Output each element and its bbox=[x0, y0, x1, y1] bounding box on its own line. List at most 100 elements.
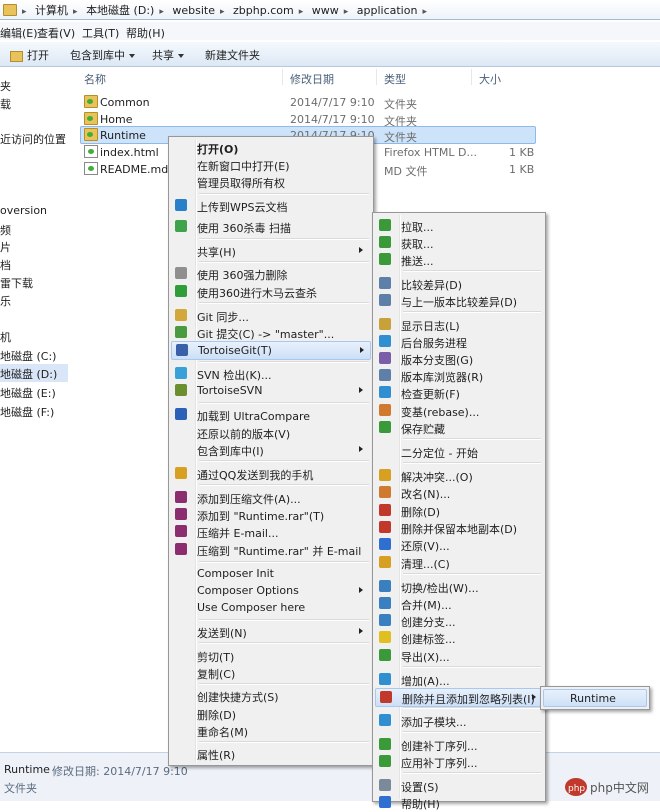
menu-item-send-qq[interactable]: 通过QQ发送到我的手机 bbox=[171, 465, 369, 482]
menu-item-share[interactable]: 共享(H) bbox=[171, 242, 369, 259]
nav-item[interactable]: 频 bbox=[0, 222, 11, 238]
menu-item-git-sync[interactable]: Git 同步... bbox=[171, 307, 369, 324]
column-divider[interactable] bbox=[282, 69, 283, 85]
menu-item-push[interactable]: 推送... bbox=[375, 251, 541, 268]
menu-item-rename[interactable]: 重命名(M) bbox=[171, 722, 369, 739]
menu-item-create-branch[interactable]: 创建分支... bbox=[375, 612, 541, 629]
nav-item-drive-c[interactable]: 地磁盘 (C:) bbox=[0, 348, 56, 364]
menu-tools[interactable]: 工具(T) bbox=[82, 25, 119, 41]
menu-item-cut[interactable]: 剪切(T) bbox=[171, 647, 369, 664]
menu-help[interactable]: 帮助(H) bbox=[126, 25, 165, 41]
menu-item-composer-options[interactable]: Composer Options bbox=[171, 582, 369, 599]
menu-item-delete-add-ignore[interactable]: 删除并且添加到忽略列表(I) bbox=[375, 688, 543, 707]
menu-item-revert[interactable]: 还原(V)... bbox=[375, 536, 541, 553]
nav-item[interactable]: 机 bbox=[0, 329, 11, 345]
menu-item-svn-checkout[interactable]: SVN 检出(K)... bbox=[171, 365, 369, 382]
menu-item-tortoisegit[interactable]: TortoiseGit(T) bbox=[171, 341, 371, 360]
menu-view[interactable]: 查看(V) bbox=[37, 25, 75, 41]
chevron-right-icon[interactable]: ▸ bbox=[20, 7, 29, 17]
menu-item-360-trojan[interactable]: 使用360进行木马云查杀 bbox=[171, 283, 369, 300]
nav-item[interactable]: 雷下载 bbox=[0, 275, 33, 291]
menu-item-take-ownership[interactable]: 管理员取得所有权 bbox=[171, 173, 369, 190]
column-name[interactable]: 名称 bbox=[84, 71, 106, 87]
menu-item-cleanup[interactable]: 清理...(C) bbox=[375, 554, 541, 571]
menu-item-diff[interactable]: 比较差异(D) bbox=[375, 275, 541, 292]
menu-item-switch-checkout[interactable]: 切换/检出(W)... bbox=[375, 578, 541, 595]
menu-item-revision-graph[interactable]: 版本分支图(G) bbox=[375, 350, 541, 367]
breadcrumb-item[interactable]: www bbox=[309, 4, 342, 17]
menu-item-create-shortcut[interactable]: 创建快捷方式(S) bbox=[171, 687, 369, 704]
menu-item-stash-save[interactable]: 保存贮藏 bbox=[375, 419, 541, 436]
column-type[interactable]: 类型 bbox=[384, 71, 406, 87]
menu-item-merge[interactable]: 合并(M)... bbox=[375, 595, 541, 612]
menu-item-settings[interactable]: 设置(S) bbox=[375, 777, 541, 794]
menu-item-composer-init[interactable]: Composer Init bbox=[171, 565, 369, 582]
menu-item-use-composer[interactable]: Use Composer here bbox=[171, 599, 369, 616]
breadcrumb-item[interactable]: website bbox=[169, 4, 218, 17]
menu-item-360-scan[interactable]: 使用 360杀毒 扫描 bbox=[171, 218, 369, 235]
menu-item-add-archive[interactable]: 添加到压缩文件(A)... bbox=[171, 489, 369, 506]
nav-item[interactable]: 载 bbox=[0, 96, 11, 112]
menu-item-repo-browser[interactable]: 版本库浏览器(R) bbox=[375, 367, 541, 384]
column-date[interactable]: 修改日期 bbox=[290, 71, 334, 87]
menu-item-tortoisesvn[interactable]: TortoiseSVN bbox=[171, 382, 369, 399]
menu-item-bisect-start[interactable]: 二分定位 - 开始 bbox=[375, 443, 541, 460]
menu-item-send-to[interactable]: 发送到(N) bbox=[171, 623, 369, 640]
chevron-right-icon[interactable]: ▸ bbox=[218, 7, 227, 17]
nav-item[interactable]: oversion bbox=[0, 204, 47, 217]
breadcrumb-item[interactable]: 本地磁盘 (D:) bbox=[83, 2, 157, 18]
nav-item[interactable]: 片 bbox=[0, 239, 11, 255]
menu-item-copy[interactable]: 复制(C) bbox=[171, 664, 369, 681]
menu-item-restore-previous[interactable]: 还原以前的版本(V) bbox=[171, 424, 369, 441]
menu-item-delete[interactable]: 删除(D) bbox=[171, 705, 369, 722]
breadcrumb[interactable]: ▸ 计算机 ▸ 本地磁盘 (D:) ▸ website ▸ zbphp.com ▸ ww… bbox=[20, 2, 429, 18]
menu-item-open-new-window[interactable]: 在新窗口中打开(E) bbox=[171, 156, 369, 173]
menu-item-create-patch[interactable]: 创建补丁序列... bbox=[375, 736, 541, 753]
menu-item-daemon[interactable]: 后台服务进程 bbox=[375, 333, 541, 350]
menu-item-show-log[interactable]: 显示日志(L) bbox=[375, 316, 541, 333]
chevron-right-icon[interactable]: ▸ bbox=[420, 7, 429, 17]
menu-item-delete[interactable]: 删除(D) bbox=[375, 502, 541, 519]
column-divider[interactable] bbox=[376, 69, 377, 85]
chevron-right-icon[interactable]: ▸ bbox=[342, 7, 351, 17]
menu-item-pull[interactable]: 拉取... bbox=[375, 217, 541, 234]
menu-item-compress-email[interactable]: 压缩并 E-mail... bbox=[171, 523, 369, 540]
menu-item-help[interactable]: 帮助(H) bbox=[375, 794, 541, 811]
menu-item-apply-patch[interactable]: 应用补丁序列... bbox=[375, 753, 541, 770]
menu-item-git-commit[interactable]: Git 提交(C) -> "master"... bbox=[171, 324, 369, 341]
menu-item-360-delete[interactable]: 使用 360强力删除 bbox=[171, 265, 369, 282]
nav-item-drive-e[interactable]: 地磁盘 (E:) bbox=[0, 385, 56, 401]
menu-item-add-runtime-rar[interactable]: 添加到 "Runtime.rar"(T) bbox=[171, 506, 369, 523]
menu-item-check-updates[interactable]: 检查更新(F) bbox=[375, 384, 541, 401]
menu-item-export[interactable]: 导出(X)... bbox=[375, 647, 541, 664]
menu-item-properties[interactable]: 属性(R) bbox=[171, 745, 369, 762]
nav-item-drive-f[interactable]: 地磁盘 (F:) bbox=[0, 404, 54, 420]
menu-edit[interactable]: 编辑(E) bbox=[0, 25, 38, 41]
open-button[interactable]: 打开 bbox=[10, 47, 49, 63]
column-divider[interactable] bbox=[471, 69, 472, 85]
menu-item-fetch[interactable]: 获取... bbox=[375, 234, 541, 251]
breadcrumb-item[interactable]: application bbox=[354, 4, 421, 17]
nav-item[interactable]: 夹 bbox=[0, 78, 11, 94]
include-in-library-button[interactable]: 包含到库中 bbox=[70, 47, 135, 63]
menu-item-delete-keep-local[interactable]: 删除并保留本地副本(D) bbox=[375, 519, 541, 536]
menu-item-compress-runtime-email[interactable]: 压缩到 "Runtime.rar" 并 E-mail bbox=[171, 541, 369, 558]
menu-item-ultracompare[interactable]: 加载到 UltraCompare bbox=[171, 406, 369, 423]
breadcrumb-item[interactable]: 计算机 bbox=[32, 2, 71, 18]
menu-item-rebase[interactable]: 变基(rebase)... bbox=[375, 402, 541, 419]
menu-item-upload-wps[interactable]: 上传到WPS云文档 bbox=[171, 197, 369, 214]
menu-item-create-tag[interactable]: 创建标签... bbox=[375, 629, 541, 646]
share-button[interactable]: 共享 bbox=[152, 47, 184, 63]
menu-item-rename[interactable]: 改名(N)... bbox=[375, 484, 541, 501]
address-bar[interactable]: ▸ 计算机 ▸ 本地磁盘 (D:) ▸ website ▸ zbphp.com ▸ ww… bbox=[0, 0, 660, 20]
menu-item-resolve[interactable]: 解决冲突...(O) bbox=[375, 467, 541, 484]
chevron-right-icon[interactable]: ▸ bbox=[297, 7, 306, 17]
nav-item-drive-d[interactable]: 地磁盘 (D:) bbox=[0, 364, 68, 382]
nav-item[interactable]: 档 bbox=[0, 257, 11, 273]
breadcrumb-item[interactable]: zbphp.com bbox=[230, 4, 297, 17]
column-size[interactable]: 大小 bbox=[479, 71, 501, 87]
menu-item-open[interactable]: 打开(O) bbox=[171, 139, 369, 156]
menu-item-add[interactable]: 增加(A)... bbox=[375, 671, 541, 688]
chevron-right-icon[interactable]: ▸ bbox=[71, 7, 80, 17]
nav-item[interactable]: 乐 bbox=[0, 293, 11, 309]
